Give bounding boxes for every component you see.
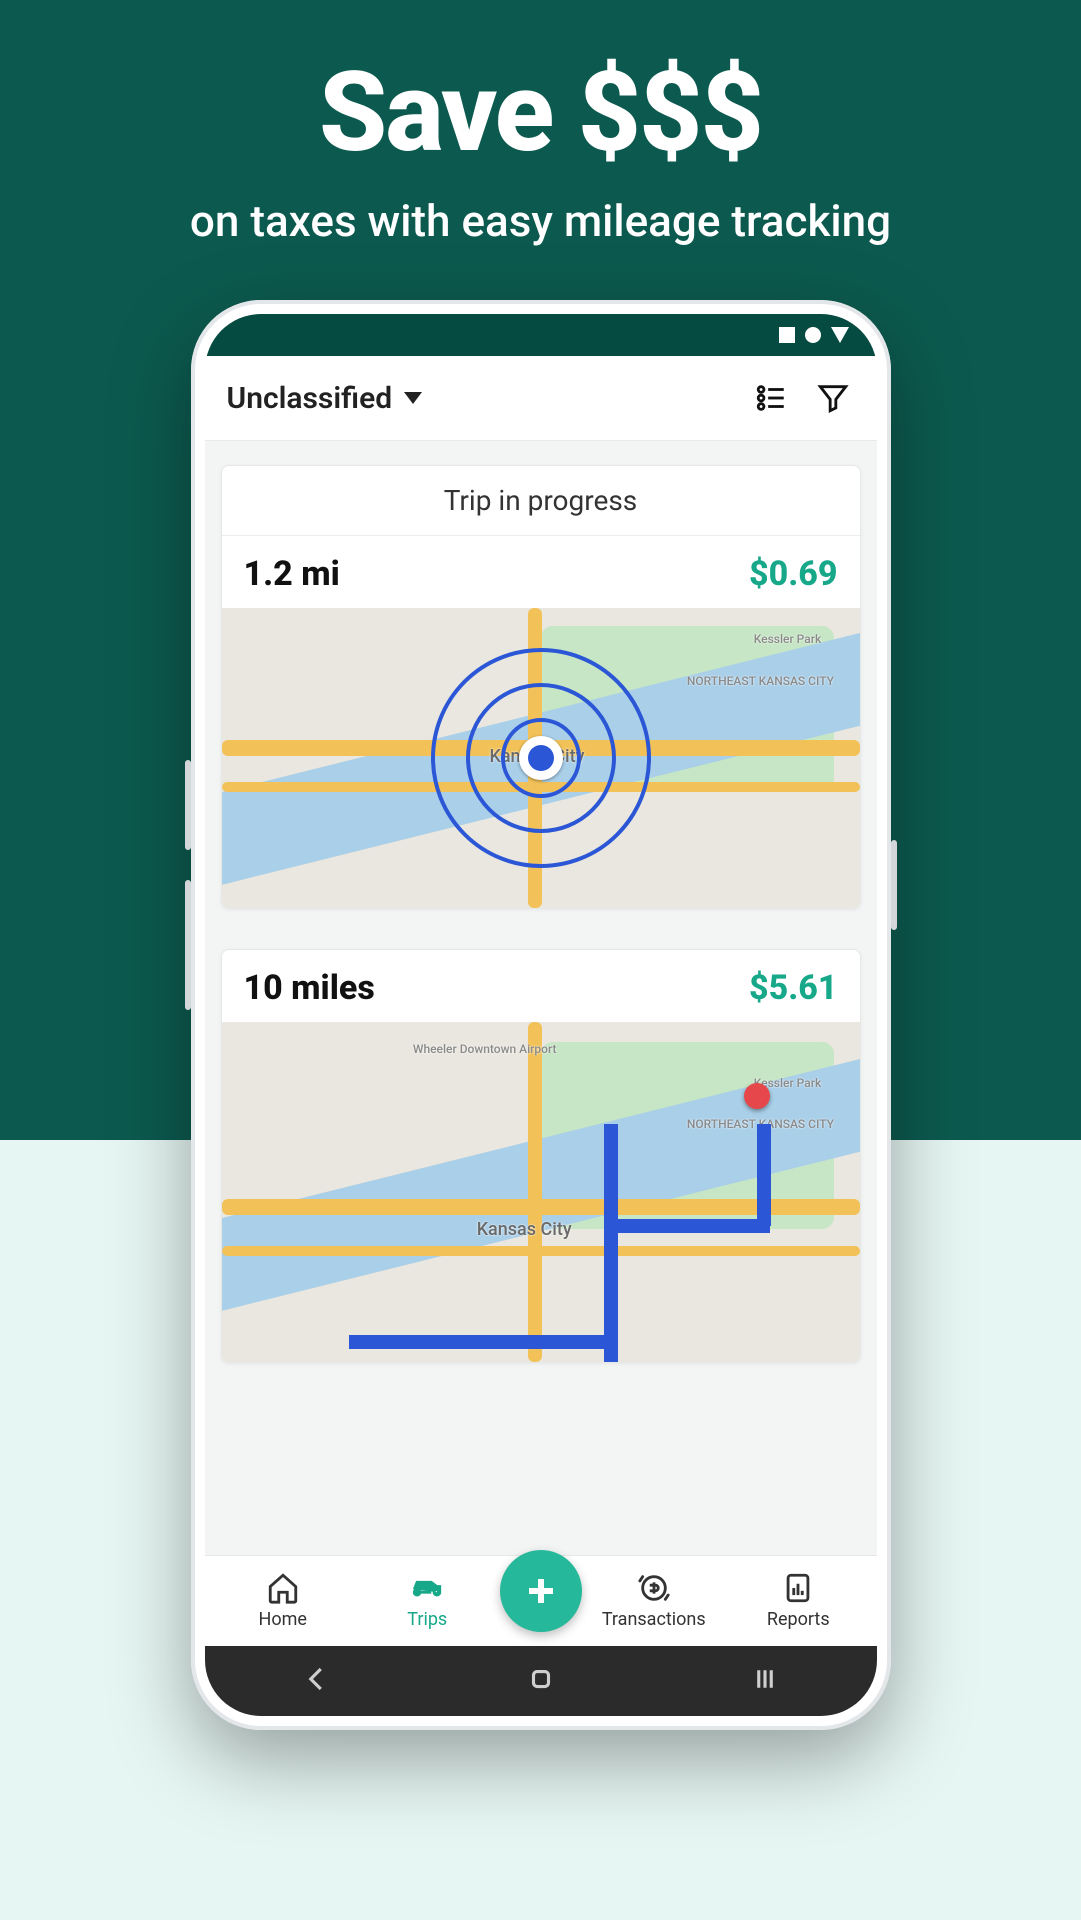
nav-transactions-label: Transactions [602, 1609, 706, 1630]
home-icon [266, 1571, 300, 1605]
android-back-button[interactable] [302, 1664, 332, 1698]
trip-status-title: Trip in progress [222, 466, 860, 536]
android-home-button[interactable] [526, 1664, 556, 1698]
phone-frame: Unclassified Trip in progress 1.2 mi $0.… [191, 300, 891, 1730]
trip-map[interactable]: Kansas City Kessler Park NORTHEAST KANSA… [222, 608, 860, 908]
trip-amount: $0.69 [749, 554, 838, 594]
chevron-down-icon [404, 392, 422, 404]
trip-card-inprogress[interactable]: Trip in progress 1.2 mi $0.69 Kansas Cit… [221, 465, 861, 909]
destination-pin-icon [744, 1083, 770, 1109]
nav-trips[interactable]: Trips [355, 1571, 500, 1630]
nav-home[interactable]: Home [211, 1571, 356, 1630]
statusbar [205, 314, 877, 356]
trip-list: Trip in progress 1.2 mi $0.69 Kansas Cit… [205, 441, 877, 1555]
android-nav-bar [205, 1646, 877, 1716]
volume-up-button [185, 760, 191, 850]
trip-card[interactable]: 10 miles $5.61 Kansas City Kessler Park … [221, 949, 861, 1363]
plus-icon [523, 1573, 559, 1609]
nav-reports[interactable]: Reports [726, 1571, 871, 1630]
filter-button[interactable] [811, 376, 855, 420]
trip-amount: $5.61 [749, 968, 838, 1008]
map-airport-label: Wheeler Downtown Airport [413, 1042, 557, 1056]
transactions-icon [637, 1571, 671, 1605]
view-options-button[interactable] [749, 376, 793, 420]
status-circle-icon [805, 327, 821, 343]
volume-down-button [185, 880, 191, 1010]
filter-bar: Unclassified [205, 356, 877, 441]
trip-distance: 10 miles [244, 968, 375, 1008]
map-ne-label: NORTHEAST KANSAS CITY [687, 674, 834, 688]
car-icon [410, 1571, 444, 1605]
classification-dropdown[interactable]: Unclassified [227, 381, 731, 416]
android-recents-button[interactable] [750, 1664, 780, 1698]
bottom-nav: Home Trips Transactions Reports [205, 1555, 877, 1646]
promo-banner: Save $$$ on taxes with easy mileage trac… [0, 48, 1081, 247]
nav-home-label: Home [259, 1609, 307, 1630]
promo-subline: on taxes with easy mileage tracking [0, 195, 1081, 247]
add-button[interactable] [500, 1550, 582, 1632]
reports-icon [781, 1571, 815, 1605]
trip-map[interactable]: Kansas City Kessler Park NORTHEAST KANSA… [222, 1022, 860, 1362]
nav-transactions[interactable]: Transactions [582, 1571, 727, 1630]
nav-trips-label: Trips [407, 1609, 447, 1630]
promo-headline: Save $$$ [0, 48, 1081, 177]
trip-distance: 1.2 mi [244, 554, 340, 594]
map-park-label: Kessler Park [754, 632, 821, 646]
classification-label: Unclassified [227, 381, 393, 416]
status-signal-icon [831, 327, 849, 343]
map-city-label: Kansas City [477, 1219, 572, 1240]
power-button [891, 840, 897, 930]
status-square-icon [779, 327, 795, 343]
nav-reports-label: Reports [767, 1609, 830, 1630]
